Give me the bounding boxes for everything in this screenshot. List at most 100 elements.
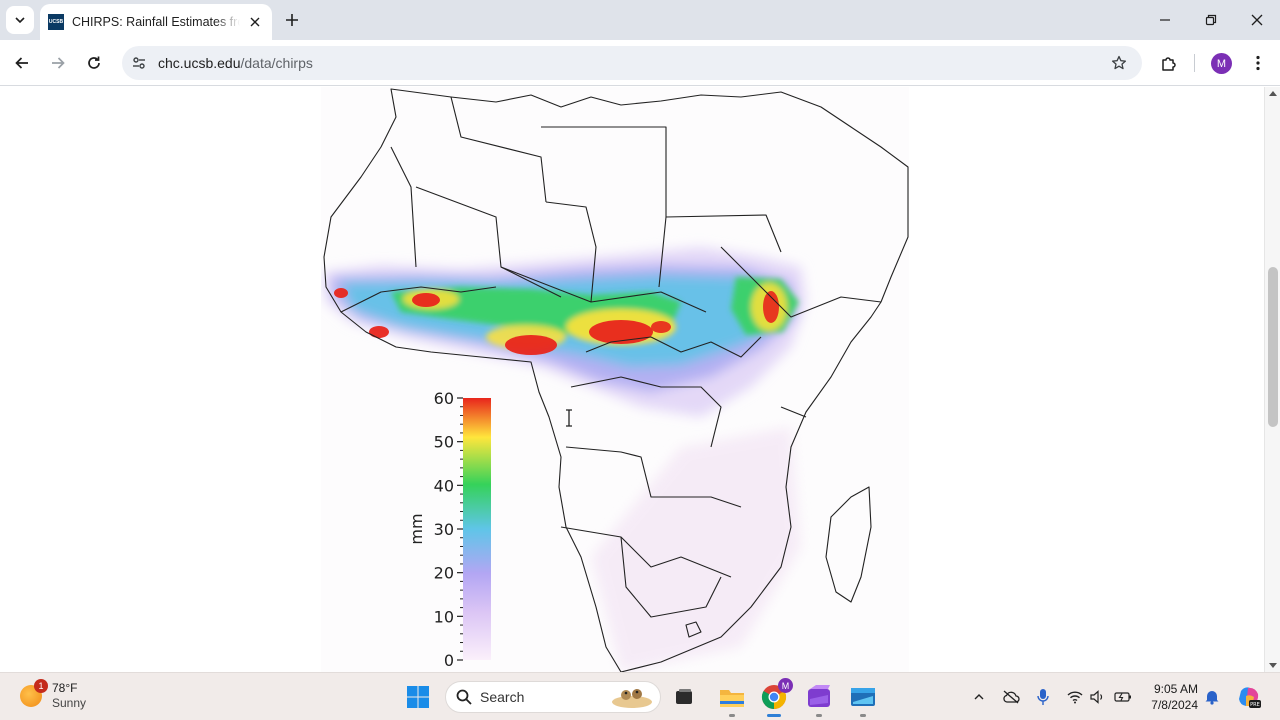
chevron-down-icon <box>15 17 25 24</box>
colorbar-tick-label: 0 <box>444 651 454 670</box>
weather-badge: 1 <box>34 679 48 693</box>
plus-icon <box>286 14 298 26</box>
colorbar-tick-label: 40 <box>434 476 454 495</box>
restore-button[interactable] <box>1196 6 1226 34</box>
browser-toolbar: chc.ucsb.edu/data/chirps M <box>0 40 1280 86</box>
rain-patch-red-7 <box>651 321 671 333</box>
madagascar <box>825 486 872 603</box>
star-icon <box>1111 55 1127 70</box>
app-window-button[interactable] <box>847 681 879 717</box>
cloud-off-icon <box>1003 690 1020 704</box>
toolbar-separator <box>1194 54 1195 72</box>
new-tab-button[interactable] <box>280 8 304 32</box>
close-icon <box>250 17 260 27</box>
clock-date: 7/8/2024 <box>1151 698 1198 712</box>
rainfall-shading <box>323 247 806 672</box>
border-3 <box>450 96 547 203</box>
copilot-button[interactable]: PRE <box>1236 684 1262 710</box>
tab-close-button[interactable] <box>246 13 264 31</box>
wifi-button[interactable] <box>1065 687 1085 707</box>
clock-time: 9:05 AM <box>1153 682 1198 696</box>
wifi-icon <box>1067 691 1083 704</box>
taskbar-search[interactable]: Search <box>445 681 661 713</box>
weather-text: 78°F Sunny <box>52 681 86 711</box>
menu-button[interactable] <box>1244 49 1272 77</box>
tab-chirps[interactable]: UCSB CHIRPS: Rainfall Estimates from Rai… <box>40 4 272 40</box>
chevron-up-icon <box>974 694 984 700</box>
scrollbar-thumb[interactable] <box>1268 267 1278 427</box>
arrow-right-icon <box>52 57 65 69</box>
weather-widget[interactable]: 1 78°F Sunny <box>20 679 86 711</box>
folder-icon <box>720 690 744 707</box>
colorbar-tick-label: 20 <box>434 564 454 583</box>
reload-button[interactable] <box>80 49 108 77</box>
start-button[interactable] <box>402 681 434 713</box>
colorbar-ticks: 60 50 40 30 20 10 0 <box>434 389 463 670</box>
page-scrollbar[interactable] <box>1264 87 1280 672</box>
url-domain: chc.ucsb.edu <box>158 55 241 71</box>
minimize-button[interactable] <box>1150 6 1180 34</box>
colorbar-tick-label: 50 <box>434 433 454 452</box>
border-5 <box>665 214 782 253</box>
restore-icon <box>1205 14 1217 26</box>
extensions-button[interactable] <box>1155 49 1183 77</box>
colorbar-tick-label: 10 <box>434 607 454 626</box>
url-path: /data/chirps <box>240 55 313 71</box>
tab-title: CHIRPS: Rainfall Estimates from Rain Gau… <box>72 15 240 29</box>
battery-charging-icon <box>1114 692 1131 702</box>
colorbar-label: mm <box>407 513 426 544</box>
notifications-button[interactable] <box>1202 687 1222 707</box>
close-window-button[interactable] <box>1242 6 1272 34</box>
microphone-icon <box>1037 689 1049 705</box>
windows-logo-icon <box>407 686 429 708</box>
scroll-up-arrow-icon[interactable] <box>1269 91 1277 96</box>
chrome-taskbar-button[interactable]: M <box>758 678 793 717</box>
taskbar-search-label: Search <box>480 689 525 705</box>
bell-icon <box>1205 691 1219 705</box>
site-info-button[interactable] <box>124 48 154 78</box>
rain-patch-red-4 <box>369 326 389 338</box>
copilot-icon: PRE <box>1239 687 1261 708</box>
system-clock[interactable]: 9:05 AM 7/8/2024 <box>1146 681 1198 713</box>
minimize-icon <box>1160 19 1170 21</box>
running-indicator <box>860 714 866 717</box>
bookmark-star-button[interactable] <box>1108 52 1130 74</box>
back-button[interactable] <box>8 49 36 77</box>
search-icon <box>456 689 472 705</box>
tab-search-button[interactable] <box>6 6 34 34</box>
volume-button[interactable] <box>1088 687 1108 707</box>
clipchamp-button[interactable] <box>803 681 835 717</box>
page-content: 60 50 40 30 20 10 0 mm <box>0 87 1264 672</box>
video-editor-icon <box>808 685 830 707</box>
kebab-menu-icon <box>1256 55 1260 71</box>
onedrive-button[interactable] <box>1001 687 1021 707</box>
app-window-icon <box>851 688 875 706</box>
sun-icon: 1 <box>20 679 48 707</box>
speaker-icon <box>1090 690 1103 704</box>
reload-icon <box>88 56 100 69</box>
chrome-profile-badge: M <box>778 678 793 693</box>
colorbar: 60 50 40 30 20 10 0 mm <box>407 389 491 670</box>
rain-patch-red-2 <box>505 335 557 355</box>
rain-patch-red-6 <box>763 291 779 323</box>
rain-patch-red-3 <box>412 293 440 307</box>
windows-taskbar: 1 78°F Sunny Search M 9:05 AM 7/8/2024 P… <box>0 672 1280 720</box>
puzzle-icon <box>1162 57 1176 71</box>
rainfall-map-svg: 60 50 40 30 20 10 0 mm <box>323 88 909 672</box>
profile-avatar[interactable]: M <box>1211 53 1232 74</box>
battery-button[interactable] <box>1113 687 1133 707</box>
svg-text:PRE: PRE <box>1250 702 1260 708</box>
rain-patch-red-5 <box>334 288 348 298</box>
forward-button[interactable] <box>44 49 72 77</box>
microphone-button[interactable] <box>1033 687 1053 707</box>
border-1 <box>390 146 417 268</box>
weather-temp: 78°F <box>52 681 78 695</box>
address-bar[interactable]: chc.ucsb.edu/data/chirps <box>122 46 1142 80</box>
scroll-down-arrow-icon[interactable] <box>1269 663 1277 668</box>
ucsb-favicon-icon: UCSB <box>48 14 64 30</box>
show-hidden-icons-button[interactable] <box>969 687 989 707</box>
colorbar-tick-label: 30 <box>434 520 454 539</box>
file-explorer-button[interactable] <box>716 681 748 717</box>
colorbar-tick-label: 60 <box>434 389 454 408</box>
task-view-button[interactable] <box>668 681 700 713</box>
